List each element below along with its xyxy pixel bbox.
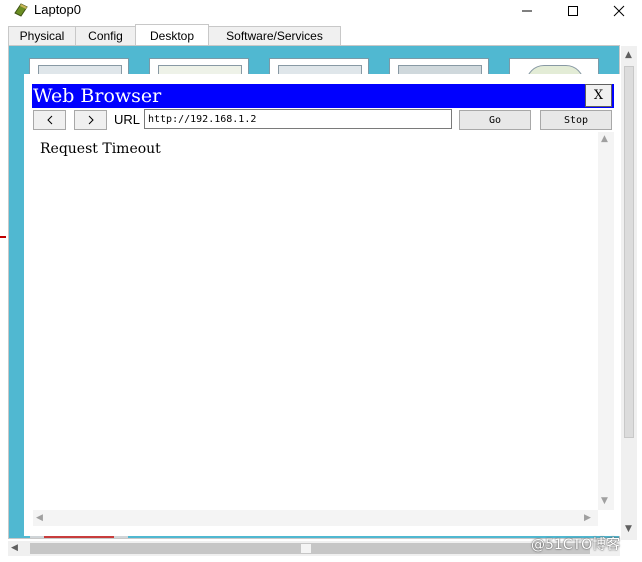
back-button[interactable]	[33, 110, 66, 130]
close-icon	[613, 5, 625, 17]
browser-close-button[interactable]: X	[585, 84, 612, 107]
go-button[interactable]: Go	[459, 110, 531, 130]
tab-config[interactable]: Config	[75, 26, 136, 45]
forward-button[interactable]	[74, 110, 107, 130]
watermark: @51CTO博客	[531, 537, 621, 553]
tab-software-services[interactable]: Software/Services	[208, 26, 341, 45]
minimize-button[interactable]	[504, 0, 550, 22]
chevron-left-icon	[46, 115, 52, 125]
scroll-left-icon[interactable]: ◀	[36, 513, 43, 523]
tab-physical[interactable]: Physical	[8, 26, 76, 45]
scroll-thumb-grip	[301, 544, 311, 553]
scroll-down-icon[interactable]: ▼	[625, 524, 632, 534]
chevron-right-icon	[88, 115, 94, 125]
window-title: Laptop0	[34, 2, 81, 17]
page-horizontal-scrollbar[interactable]: ◀ ▶	[33, 510, 598, 526]
page-view	[33, 132, 598, 510]
scroll-left-icon[interactable]: ◀	[11, 543, 18, 553]
maximize-button[interactable]	[550, 0, 596, 22]
background-line	[0, 236, 6, 238]
maximize-icon	[568, 6, 578, 16]
scroll-right-icon[interactable]: ▶	[584, 513, 591, 523]
laptop-app-icon	[12, 1, 30, 19]
scroll-down-icon[interactable]: ▼	[601, 496, 608, 506]
url-label: URL	[114, 112, 141, 127]
url-input[interactable]	[144, 109, 452, 129]
page-vertical-scrollbar[interactable]: ▲ ▼	[598, 132, 614, 510]
scroll-up-icon[interactable]: ▲	[625, 50, 632, 60]
stop-button[interactable]: Stop	[540, 110, 612, 130]
vertical-scroll-thumb[interactable]	[624, 66, 634, 438]
tab-desktop[interactable]: Desktop	[135, 24, 209, 46]
close-window-button[interactable]	[596, 0, 642, 22]
page-message: Request Timeout	[40, 141, 161, 157]
tab-bar: Physical Config Desktop Software/Service…	[8, 24, 642, 46]
minimize-icon	[522, 10, 532, 12]
scroll-up-icon[interactable]: ▲	[601, 134, 608, 144]
browser-title: Web Browser	[33, 85, 162, 107]
